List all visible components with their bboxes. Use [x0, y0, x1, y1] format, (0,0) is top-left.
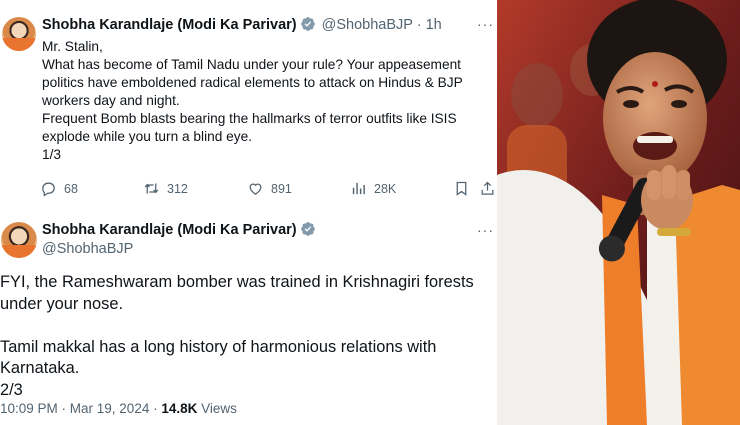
- share-button[interactable]: [479, 180, 496, 197]
- tweet-text: Mr. Stalin, What has become of Tamil Nad…: [42, 39, 463, 162]
- views-count: 28K: [374, 181, 397, 196]
- author-handle[interactable]: @ShobhaBJP: [322, 17, 413, 33]
- like-button[interactable]: 891: [247, 180, 292, 197]
- author-name[interactable]: Shobha Karandlaje (Modi Ka Parivar): [42, 222, 297, 238]
- repost-button[interactable]: 312: [143, 180, 188, 197]
- speaker-photo-art: [497, 0, 740, 425]
- tweet-thread: Shobha Karandlaje (Modi Ka Parivar) @Sho…: [0, 0, 497, 425]
- tweet-header: Shobha Karandlaje (Modi Ka Parivar): [42, 221, 316, 239]
- tweet-time[interactable]: 1h: [426, 17, 442, 33]
- separator: ·: [416, 17, 422, 33]
- views-label: Views: [197, 401, 237, 416]
- tweet-header: Shobha Karandlaje (Modi Ka Parivar) @Sho…: [42, 16, 442, 34]
- author-avatar[interactable]: [2, 17, 36, 51]
- author-name[interactable]: Shobha Karandlaje (Modi Ka Parivar): [42, 17, 297, 33]
- heart-icon: [249, 183, 262, 195]
- bookmark-icon: [456, 181, 467, 196]
- bookmark-button[interactable]: [453, 180, 470, 197]
- author-handle[interactable]: @ShobhaBJP: [42, 240, 133, 258]
- views-button[interactable]: 28K: [350, 180, 396, 197]
- views-count: 14.8K: [161, 401, 198, 416]
- verified-badge-icon: [300, 222, 315, 236]
- share-icon: [481, 181, 494, 195]
- tweet-actions: 68 312 891 28K: [40, 180, 496, 200]
- reply-button[interactable]: 68: [40, 180, 78, 197]
- author-avatar[interactable]: [1, 222, 37, 258]
- reply-count: 68: [64, 181, 78, 196]
- repost-arrows-icon: [144, 183, 159, 194]
- tweet-text: FYI, the Rameshwaram bomber was trained …: [0, 273, 474, 399]
- speech-bubble-icon: [42, 182, 55, 197]
- speaker-photo: [497, 0, 740, 425]
- verified-badge-icon: [300, 17, 315, 31]
- tweet-footer: 10:09 PM · Mar 19, 2024 · 14.8K Views: [0, 401, 237, 416]
- more-dots-icon[interactable]: ···: [477, 17, 493, 36]
- bar-chart-icon: [352, 182, 365, 195]
- tweet-timestamp[interactable]: 10:09 PM · Mar 19, 2024 ·: [0, 401, 161, 416]
- more-dots-icon[interactable]: ···: [477, 223, 493, 242]
- repost-count: 312: [167, 181, 188, 196]
- like-count: 891: [271, 181, 292, 196]
